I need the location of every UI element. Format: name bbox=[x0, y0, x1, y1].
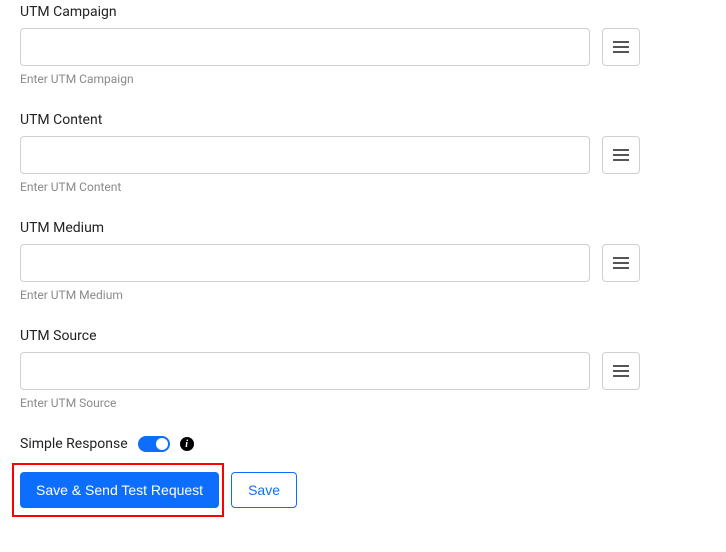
input-row-utm-source bbox=[20, 352, 706, 390]
label-utm-campaign: UTM Campaign bbox=[20, 4, 706, 20]
menu-icon bbox=[613, 364, 629, 378]
input-row-utm-campaign bbox=[20, 28, 706, 66]
input-row-utm-medium bbox=[20, 244, 706, 282]
label-utm-source: UTM Source bbox=[20, 328, 706, 344]
menu-icon bbox=[613, 40, 629, 54]
menu-button-utm-campaign[interactable] bbox=[602, 28, 640, 66]
label-utm-content: UTM Content bbox=[20, 112, 706, 128]
save-button[interactable]: Save bbox=[231, 472, 297, 508]
toggle-knob bbox=[156, 438, 168, 450]
input-utm-campaign[interactable] bbox=[20, 28, 590, 66]
label-utm-medium: UTM Medium bbox=[20, 220, 706, 236]
field-group-utm-content: UTM Content Enter UTM Content bbox=[20, 112, 706, 194]
menu-icon bbox=[613, 256, 629, 270]
field-group-utm-campaign: UTM Campaign Enter UTM Campaign bbox=[20, 4, 706, 86]
helper-utm-source: Enter UTM Source bbox=[20, 396, 706, 410]
helper-utm-medium: Enter UTM Medium bbox=[20, 288, 706, 302]
input-utm-medium[interactable] bbox=[20, 244, 590, 282]
field-group-utm-source: UTM Source Enter UTM Source bbox=[20, 328, 706, 410]
simple-response-toggle[interactable] bbox=[138, 436, 170, 452]
simple-response-label: Simple Response bbox=[20, 436, 128, 452]
input-utm-content[interactable] bbox=[20, 136, 590, 174]
save-send-test-button[interactable]: Save & Send Test Request bbox=[20, 472, 219, 508]
field-group-utm-medium: UTM Medium Enter UTM Medium bbox=[20, 220, 706, 302]
simple-response-row: Simple Response i bbox=[20, 436, 706, 452]
input-row-utm-content bbox=[20, 136, 706, 174]
menu-button-utm-content[interactable] bbox=[602, 136, 640, 174]
helper-utm-campaign: Enter UTM Campaign bbox=[20, 72, 706, 86]
info-icon[interactable]: i bbox=[180, 437, 194, 451]
menu-button-utm-medium[interactable] bbox=[602, 244, 640, 282]
helper-utm-content: Enter UTM Content bbox=[20, 180, 706, 194]
menu-button-utm-source[interactable] bbox=[602, 352, 640, 390]
button-row: Save & Send Test Request Save bbox=[20, 472, 706, 508]
menu-icon bbox=[613, 148, 629, 162]
input-utm-source[interactable] bbox=[20, 352, 590, 390]
